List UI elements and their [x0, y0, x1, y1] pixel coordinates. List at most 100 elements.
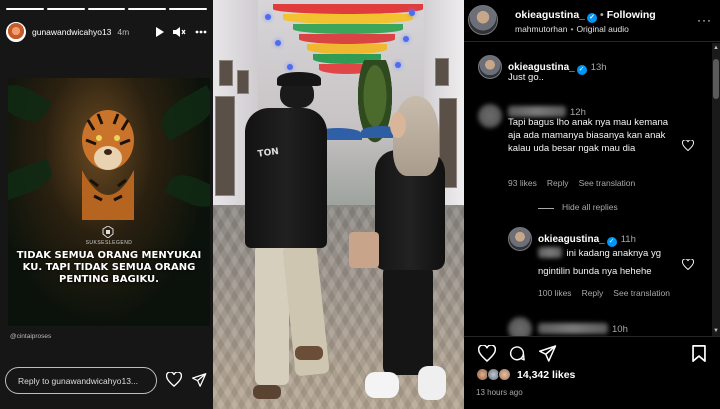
post-photo[interactable]: TON [213, 0, 464, 409]
tiger-illustration [82, 110, 134, 220]
comment-row: 12h Tapi bagus lho anak nya mau kemana a… [464, 100, 712, 192]
woman-shoe [418, 366, 446, 400]
reply-row: okieagustina_ ✓ 11h ini kadang anaknya yg … [464, 225, 712, 305]
hide-replies-row[interactable]: Hide all replies [464, 201, 712, 215]
story-reply-input[interactable] [18, 375, 156, 386]
caption-text: Just go.. [508, 72, 544, 83]
play-icon[interactable] [155, 27, 164, 37]
caption-time: 13h [590, 62, 607, 73]
post-header: okieagustina_ ✓ • Following mahmutorhan • Ori… [464, 0, 720, 42]
string-light [265, 14, 271, 20]
comment-meta: 93 likes Reply See translation [508, 178, 635, 188]
send-icon[interactable] [192, 373, 207, 392]
reply-translate-button[interactable]: See translation [613, 288, 670, 298]
window [219, 60, 233, 86]
bunting-red [273, 4, 423, 14]
caption-avatar[interactable] [478, 55, 502, 79]
comment-row-partial: 10h [464, 315, 712, 336]
comment-reply-button[interactable]: Reply [547, 178, 569, 188]
string-light [395, 62, 401, 68]
comments-list: okieagustina_ ✓ 13h Just go.. 12h Tapi bag… [464, 43, 712, 336]
woman-trousers [383, 265, 433, 375]
comment-avatar[interactable] [478, 104, 502, 128]
story-progress-segment [6, 8, 44, 10]
save-icon[interactable] [692, 345, 706, 367]
reply-avatar[interactable] [508, 227, 532, 251]
string-light [287, 64, 293, 70]
comments-scrollbar[interactable]: ▲ ▼ [712, 43, 720, 336]
man-shoe [253, 385, 281, 399]
reply-like-icon[interactable] [681, 257, 695, 275]
comment-translate-button[interactable]: See translation [579, 178, 636, 188]
story-progress-segment [46, 8, 85, 10]
more-options-icon[interactable]: ··· [697, 13, 712, 27]
story-progress-segment [169, 8, 207, 10]
story-reply-bar[interactable] [5, 367, 157, 394]
bunting-green [293, 24, 403, 34]
string-light [409, 10, 415, 16]
bunting-yellow [307, 44, 387, 54]
story-controls [155, 27, 207, 37]
comment-like-icon[interactable] [681, 138, 695, 156]
leaf-decoration [8, 158, 56, 204]
heart-icon[interactable] [165, 371, 183, 392]
story-progress-bars [6, 8, 207, 10]
comment-username-blurred[interactable] [538, 323, 608, 334]
replies-divider [538, 208, 554, 209]
window [237, 70, 249, 94]
man-cap [277, 72, 321, 86]
reply-body: ini kadang anaknya yg ngintilin bunda ny… [538, 243, 678, 279]
reply-reply-button[interactable]: Reply [582, 288, 604, 298]
post-actions: 14,342 likes 13 hours ago [464, 336, 720, 409]
share-icon[interactable] [539, 345, 557, 367]
post-panel: okieagustina_ ✓ • Following mahmutorhan • Ori… [464, 0, 720, 409]
doorway [215, 96, 235, 196]
comment-icon[interactable] [508, 345, 526, 367]
mute-icon[interactable] [173, 27, 186, 37]
audio-owner[interactable]: mahmutorhan [515, 24, 567, 34]
story-progress-segment [87, 8, 126, 10]
comment-time: 10h [612, 324, 628, 335]
separator-dot: • [570, 24, 574, 34]
brand-name: SUKSESLEGEND [85, 240, 133, 246]
comment-avatar[interactable] [508, 317, 532, 336]
story-username[interactable]: gunawandwicahyo13 [32, 27, 111, 37]
reply-meta: 100 likes Reply See translation [538, 288, 670, 298]
bunting-red [299, 34, 395, 44]
reply-likes[interactable]: 100 likes [538, 288, 572, 298]
author-username[interactable]: okieagustina_ [515, 9, 585, 21]
story-header: gunawandwicahyo13 4m [6, 20, 207, 44]
man-jacket [245, 108, 327, 248]
story-credit: @cintaiproses [10, 333, 52, 340]
scroll-up-icon[interactable]: ▲ [713, 45, 719, 51]
bunting-yellow [283, 14, 413, 24]
reply-mention-blurred[interactable] [538, 247, 562, 258]
hide-replies-button[interactable]: Hide all replies [562, 202, 618, 212]
following-button[interactable]: Following [607, 9, 656, 21]
likes-row: 14,342 likes [476, 368, 575, 381]
author-avatar[interactable] [468, 5, 498, 35]
audio-line: mahmutorhan • Original audio [515, 24, 629, 34]
post-time-ago: 13 hours ago [476, 388, 523, 397]
woman-face [390, 112, 406, 138]
man-shoe [295, 346, 323, 360]
scrollbar-thumb[interactable] [713, 59, 719, 99]
likes-count[interactable]: 14,342 likes [517, 369, 575, 381]
verified-icon: ✓ [576, 65, 587, 75]
comment-likes[interactable]: 93 likes [508, 178, 537, 188]
separator-dot: • [600, 9, 604, 21]
jacket-print: TON [257, 146, 280, 160]
liker-avatar[interactable] [498, 368, 511, 381]
story-progress-segment [128, 8, 167, 10]
story-panel: gunawandwicahyo13 4m SUKSESLEGEND TIDAK … [0, 0, 213, 409]
more-icon[interactable] [195, 30, 207, 34]
brand-logo [102, 226, 114, 238]
like-icon[interactable] [477, 344, 497, 367]
comment-text: Tapi bagus lho anak nya mau kemana aja a… [508, 117, 669, 154]
story-time: 4m [117, 27, 130, 37]
scroll-down-icon[interactable]: ▼ [713, 328, 719, 334]
woman-shoe [365, 372, 399, 398]
story-avatar[interactable] [6, 22, 26, 42]
story-quote: TIDAK SEMUA ORANG MENYUKAI KU. TAPI TIDA… [16, 250, 202, 285]
audio-label[interactable]: Original audio [576, 24, 628, 34]
